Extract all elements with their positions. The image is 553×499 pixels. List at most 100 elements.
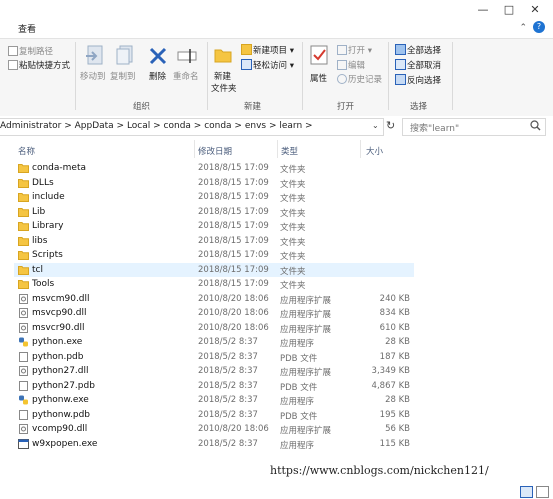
file-row[interactable]: conda-meta 2018/8/15 17:09 文件夹 [14, 161, 414, 176]
file-name: pythonw.exe [32, 395, 89, 405]
file-name: libs [32, 235, 48, 246]
file-name: msvcp90.dll [32, 308, 87, 318]
rename-button[interactable]: 重命名 [173, 70, 199, 82]
column-divider[interactable] [360, 140, 361, 158]
folder-icon [18, 250, 29, 260]
delete-icon [148, 46, 168, 66]
ribbon-collapse-icon[interactable]: ⌃ [519, 23, 527, 33]
file-size: 28 KB [385, 337, 410, 347]
file-row[interactable]: pythonw.pdb 2018/5/2 8:37 PDB 文件 195 KB [14, 408, 414, 423]
file-name: python27.dll [32, 366, 89, 376]
column-divider[interactable] [277, 140, 278, 158]
copy-path-icon [8, 46, 18, 56]
search-icon[interactable] [530, 120, 541, 131]
address-dropdown-icon[interactable]: ⌄ [372, 121, 379, 130]
file-row[interactable]: python27.dll 2018/5/2 8:37 应用程序扩展 3,349 KB [14, 364, 414, 379]
file-icon [18, 351, 29, 362]
folder-icon [18, 236, 29, 246]
navigation-pane [0, 140, 8, 485]
file-row[interactable]: w9xpopen.exe 2018/5/2 8:37 应用程序 115 KB [14, 437, 414, 452]
file-name: msvcm90.dll [32, 293, 90, 304]
file-row[interactable]: include 2018/8/15 17:09 文件夹 [14, 190, 414, 205]
new-folder-label-1[interactable]: 新建 [214, 70, 231, 82]
rename-icon [176, 46, 198, 66]
file-date: 2010/8/20 18:06 [198, 293, 269, 304]
file-name: tcl [32, 264, 43, 275]
easy-access-button[interactable]: 轻松访问 ▾ [253, 59, 294, 71]
maximize-button[interactable]: □ [496, 0, 522, 20]
column-divider[interactable] [194, 140, 195, 158]
invert-selection-button[interactable]: 反向选择 [407, 74, 441, 86]
select-none-button[interactable]: 全部取消 [407, 59, 441, 71]
help-icon[interactable]: ? [533, 21, 545, 33]
large-icons-view-icon[interactable] [536, 486, 549, 498]
file-name: conda-meta [32, 163, 86, 173]
file-name: pythonw.pdb [32, 409, 91, 420]
close-button[interactable]: ✕ [522, 0, 548, 20]
file-date: 2018/5/2 8:37 [198, 438, 258, 449]
file-row[interactable]: python.exe 2018/5/2 8:37 应用程序 28 KB [14, 335, 414, 350]
file-row[interactable]: Tools 2018/8/15 17:09 文件夹 [14, 277, 414, 292]
file-type: 应用程序扩展 [280, 324, 332, 335]
file-row[interactable]: Scripts 2018/8/15 17:09 文件夹 [14, 248, 414, 263]
ribbon-divider [75, 42, 76, 110]
file-type: 应用程序 [280, 397, 315, 407]
new-folder-label-2[interactable]: 文件夹 [211, 82, 237, 94]
file-row[interactable]: msvcm90.dll 2010/8/20 18:06 应用程序扩展 240 KB [14, 292, 414, 307]
file-row[interactable]: Lib 2018/8/15 17:09 文件夹 [14, 205, 414, 220]
folder-icon [18, 221, 29, 231]
tab-view[interactable]: 查看 [18, 22, 36, 35]
move-to-button[interactable]: 移动到 [80, 70, 106, 82]
properties-button[interactable]: 属性 [310, 72, 327, 84]
select-all-button[interactable]: 全部选择 [407, 44, 441, 56]
file-row[interactable]: python.pdb 2018/5/2 8:37 PDB 文件 187 KB [14, 350, 414, 365]
paste-shortcut-button[interactable]: 粘贴快捷方式 [19, 59, 70, 71]
copy-to-button[interactable]: 复制到 [110, 70, 136, 82]
file-row[interactable]: libs 2018/8/15 17:09 文件夹 [14, 234, 414, 249]
copy-path-button[interactable]: 复制路径 [19, 45, 53, 57]
history-button[interactable]: 历史记录 [348, 73, 382, 85]
column-date[interactable]: 修改日期 [198, 145, 232, 157]
open-button[interactable]: 打开 ▾ [348, 44, 372, 56]
file-date: 2018/5/2 8:37 [198, 366, 258, 376]
file-row[interactable]: Library 2018/8/15 17:09 文件夹 [14, 219, 414, 234]
delete-button[interactable]: 删除 [149, 70, 166, 82]
file-type: 文件夹 [280, 208, 306, 219]
file-type: 文件夹 [280, 237, 306, 248]
edit-button[interactable]: 编辑 [348, 59, 365, 71]
ribbon-divider [302, 42, 303, 110]
file-type: 文件夹 [280, 194, 306, 204]
breadcrumb[interactable]: Administrator > AppData > Local > conda … [0, 121, 313, 131]
file-date: 2018/8/15 17:09 [198, 279, 269, 289]
file-row[interactable]: tcl 2018/8/15 17:09 文件夹 [14, 262, 414, 277]
file-row[interactable]: DLLs 2018/8/15 17:09 文件夹 [14, 176, 414, 191]
file-type: 文件夹 [280, 281, 306, 291]
column-type[interactable]: 类型 [281, 145, 298, 157]
easy-access-icon [241, 59, 252, 70]
file-name: w9xpopen.exe [32, 438, 98, 449]
file-date: 2018/8/15 17:09 [198, 221, 269, 231]
column-name[interactable]: 名称 [18, 145, 35, 157]
file-date: 2018/5/2 8:37 [198, 409, 258, 420]
file-row[interactable]: msvcp90.dll 2010/8/20 18:06 应用程序扩展 834 KB [14, 306, 414, 321]
file-type: PDB 文件 [280, 353, 318, 364]
file-row[interactable]: msvcr90.dll 2010/8/20 18:06 应用程序扩展 610 KB [14, 321, 414, 336]
file-size: 195 KB [379, 409, 410, 420]
file-type: 应用程序扩展 [280, 310, 332, 320]
file-name: Lib [32, 206, 46, 217]
file-row[interactable]: vcomp90.dll 2010/8/20 18:06 应用程序扩展 56 KB [14, 422, 414, 437]
file-row[interactable]: python27.pdb 2018/5/2 8:37 PDB 文件 4,867 KB [14, 379, 414, 394]
file-row[interactable]: pythonw.exe 2018/5/2 8:37 应用程序 28 KB [14, 393, 414, 408]
new-item-button[interactable]: 新建项目 ▾ [253, 44, 294, 56]
minimize-button[interactable]: — [470, 0, 496, 20]
file-date: 2018/8/15 17:09 [198, 250, 269, 260]
column-size[interactable]: 大小 [366, 145, 383, 157]
file-date: 2010/8/20 18:06 [198, 308, 269, 318]
refresh-icon[interactable]: ↻ [386, 119, 395, 132]
file-size: 28 KB [385, 395, 410, 405]
details-view-icon[interactable] [520, 486, 533, 498]
status-bar [0, 484, 553, 499]
group-label-organize: 组织 [133, 102, 151, 112]
file-date: 2018/5/2 8:37 [198, 337, 258, 347]
group-label-select: 选择 [410, 102, 428, 112]
